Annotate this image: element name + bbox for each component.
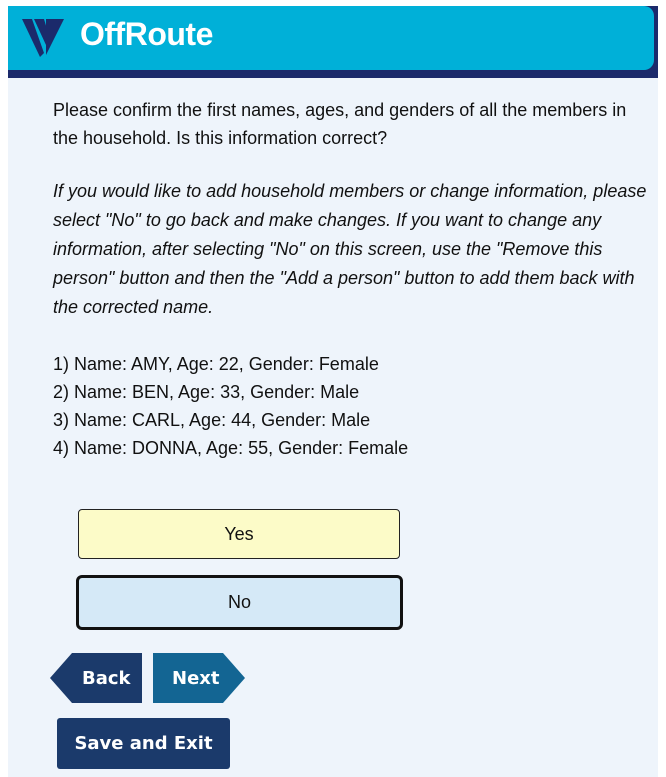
instructions-text: If you would like to add household membe… xyxy=(53,181,647,317)
offroute-logo-icon xyxy=(20,15,66,61)
page: OffRoute Please confirm the first names,… xyxy=(0,0,666,777)
no-button[interactable]: No xyxy=(76,575,403,630)
next-button-label: Next xyxy=(172,667,220,689)
list-item: 3) Name: CARL, Age: 44, Gender: Male xyxy=(53,410,371,430)
main-content: Please confirm the first names, ages, an… xyxy=(8,78,658,777)
yes-button-label: Yes xyxy=(224,523,254,544)
save-and-exit-button[interactable]: Save and Exit xyxy=(57,718,230,769)
list-item: 2) Name: BEN, Age: 33, Gender: Male xyxy=(53,382,360,402)
back-button-label: Back xyxy=(82,667,131,689)
household-member-list: 1) Name: AMY, Age: 22, Gender: Female 2)… xyxy=(53,350,408,462)
list-item: 1) Name: AMY, Age: 22, Gender: Female xyxy=(53,354,379,374)
app-title: OffRoute xyxy=(80,16,213,52)
yes-button[interactable]: Yes xyxy=(78,509,400,559)
no-button-label: No xyxy=(227,592,251,612)
app-header-bar: OffRoute xyxy=(8,6,654,70)
confirm-question: Please confirm the first names, ages, an… xyxy=(53,100,627,148)
next-button[interactable]: Next xyxy=(153,653,245,703)
app-header: OffRoute xyxy=(8,6,658,78)
save-and-exit-label: Save and Exit xyxy=(74,733,213,754)
back-button[interactable]: Back xyxy=(50,653,142,703)
list-item: 4) Name: DONNA, Age: 55, Gender: Female xyxy=(53,438,409,458)
